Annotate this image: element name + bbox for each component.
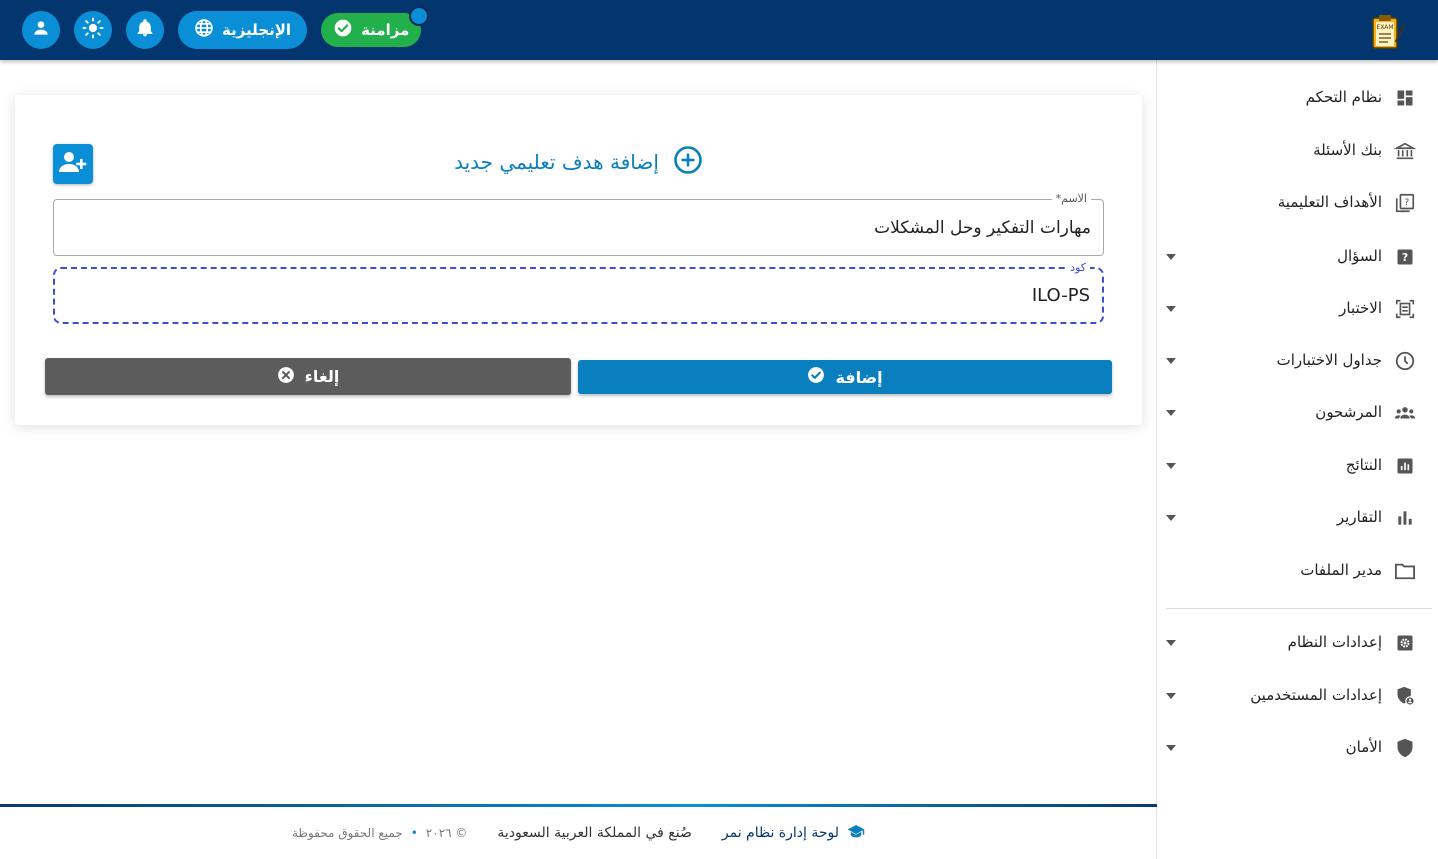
notifications-button[interactable]: [126, 11, 164, 49]
sidebar-item-label: السؤال: [1337, 247, 1382, 265]
add-button-label: إضافة: [835, 367, 883, 387]
chevron-down-icon[interactable]: [1166, 745, 1176, 751]
sidebar-item-candidates[interactable]: المرشحون: [1166, 393, 1416, 433]
sidebar-item-label: الاختبار: [1339, 299, 1382, 317]
user-icon: [31, 18, 51, 42]
chevron-down-icon[interactable]: [1166, 515, 1176, 521]
user-plus-icon: [58, 150, 88, 178]
card-header: إضافة هدف تعليمي جديد: [15, 145, 1142, 179]
sidebar-item-label: التقارير: [1336, 508, 1382, 526]
dashboard-icon: [1394, 87, 1416, 109]
sidebar-item-learning-objectives[interactable]: ? الأهداف التعليمية: [1166, 183, 1416, 223]
sidebar-item-reports[interactable]: التقارير: [1166, 498, 1416, 538]
chevron-down-icon[interactable]: [1166, 306, 1176, 312]
sidebar-item-exam-schedules[interactable]: جداول الاختبارات: [1166, 341, 1416, 381]
sidebar-item-question-bank[interactable]: بنك الأسئلة: [1166, 131, 1416, 171]
chevron-down-icon[interactable]: [1166, 358, 1176, 364]
sidebar-item-label: بنك الأسئلة: [1313, 141, 1382, 159]
theme-toggle-button[interactable]: [74, 11, 112, 49]
bell-icon: [135, 18, 155, 42]
book-question-icon: ?: [1394, 192, 1416, 214]
sidebar-item-label: جداول الاختبارات: [1276, 351, 1382, 369]
footer-separator: •: [410, 826, 418, 840]
header-actions: الإنجليزية مزامنة: [22, 6, 430, 49]
language-label: الإنجليزية: [222, 21, 292, 39]
chevron-down-icon[interactable]: [1166, 693, 1176, 699]
footer-brand: لوحة إدارة نظام نمر: [722, 823, 865, 843]
shield-icon: [1394, 737, 1416, 759]
exam-icon: [1394, 298, 1416, 320]
sidebar: نظام التحكم بنك الأسئلة ? الأهداف التعلي…: [1156, 60, 1438, 859]
results-chart-icon: [1394, 455, 1416, 477]
svg-text:?: ?: [1404, 197, 1409, 208]
sidebar-item-label: إعدادات النظام: [1287, 633, 1382, 651]
cancel-button[interactable]: إلغاء: [45, 358, 571, 395]
user-shield-icon: [1394, 685, 1416, 707]
bar-chart-icon: [1394, 507, 1416, 529]
sidebar-item-label: الأهداف التعليمية: [1277, 193, 1382, 211]
footer-copyright: © ٢٠٢٦ • جميع الحقوق محفوظة: [292, 826, 467, 840]
footer-year: © ٢٠٢٦: [425, 826, 468, 840]
add-user-button[interactable]: [53, 144, 93, 184]
sync-label: مزامنة: [361, 21, 410, 39]
language-button[interactable]: الإنجليزية: [178, 11, 308, 49]
footer-made-in: صُنع في المملكة العربية السعودية: [497, 825, 692, 841]
bank-icon: [1394, 140, 1416, 162]
chevron-down-icon[interactable]: [1166, 640, 1176, 646]
name-field: الاسم*: [53, 192, 1104, 256]
sidebar-divider: [1166, 608, 1432, 609]
sidebar-item-dashboard[interactable]: نظام التحكم: [1166, 78, 1416, 118]
sidebar-item-user-settings[interactable]: إعدادات المستخدمين: [1166, 676, 1416, 716]
question-icon: ?: [1394, 246, 1416, 268]
globe-icon: [194, 18, 214, 42]
sync-status-dot: [409, 6, 430, 26]
sidebar-item-label: النتائج: [1345, 456, 1382, 474]
chevron-down-icon[interactable]: [1166, 410, 1176, 416]
sidebar-item-label: مدير الملفات: [1300, 561, 1382, 579]
page-title: إضافة هدف تعليمي جديد: [454, 150, 659, 174]
add-circle-icon: [673, 145, 703, 179]
sun-icon: [82, 17, 104, 43]
sidebar-item-label: إعدادات المستخدمين: [1250, 686, 1382, 704]
sidebar-item-label: الأمان: [1345, 738, 1382, 756]
sidebar-item-question[interactable]: ? السؤال: [1166, 237, 1416, 277]
sidebar-item-file-manager[interactable]: مدير الملفات: [1166, 551, 1416, 591]
top-header: EXAM الإنجليزية مزامنة: [0, 0, 1438, 60]
profile-button[interactable]: [22, 11, 60, 49]
sidebar-item-label: نظام التحكم: [1305, 88, 1382, 106]
footer-brand-text: لوحة إدارة نظام نمر: [721, 825, 840, 841]
footer: لوحة إدارة نظام نمر صُنع في المملكة العر…: [0, 807, 1157, 859]
svg-text:?: ?: [1402, 251, 1408, 264]
add-objective-card: إضافة هدف تعليمي جديد الاسم* كود إضافة إ…: [15, 95, 1142, 425]
exam-logo-icon[interactable]: EXAM: [1368, 12, 1406, 50]
gear-icon: [1394, 632, 1416, 654]
code-field: كود: [53, 261, 1104, 324]
folder-icon: [1394, 560, 1416, 582]
sync-button[interactable]: مزامنة: [321, 6, 430, 47]
check-circle-icon: [333, 18, 353, 42]
code-input[interactable]: [55, 269, 1102, 322]
graduation-cap-icon: [847, 823, 865, 843]
name-input[interactable]: [54, 200, 1103, 255]
footer-rights: جميع الحقوق محفوظة: [291, 826, 403, 840]
cancel-button-label: إلغاء: [304, 367, 340, 386]
sidebar-item-system-settings[interactable]: إعدادات النظام: [1166, 623, 1416, 663]
sidebar-item-exam[interactable]: الاختبار: [1166, 289, 1416, 329]
close-circle-icon: [277, 366, 295, 388]
chevron-down-icon[interactable]: [1166, 254, 1176, 260]
group-icon: [1394, 402, 1416, 424]
clock-icon: [1394, 350, 1416, 372]
sidebar-item-label: المرشحون: [1315, 403, 1382, 421]
svg-text:EXAM: EXAM: [1376, 24, 1393, 31]
chevron-down-icon[interactable]: [1166, 463, 1176, 469]
check-circle-icon: [807, 366, 825, 388]
sidebar-item-results[interactable]: النتائج: [1166, 446, 1416, 486]
add-button[interactable]: إضافة: [578, 360, 1112, 394]
sidebar-item-security[interactable]: الأمان: [1166, 728, 1416, 768]
